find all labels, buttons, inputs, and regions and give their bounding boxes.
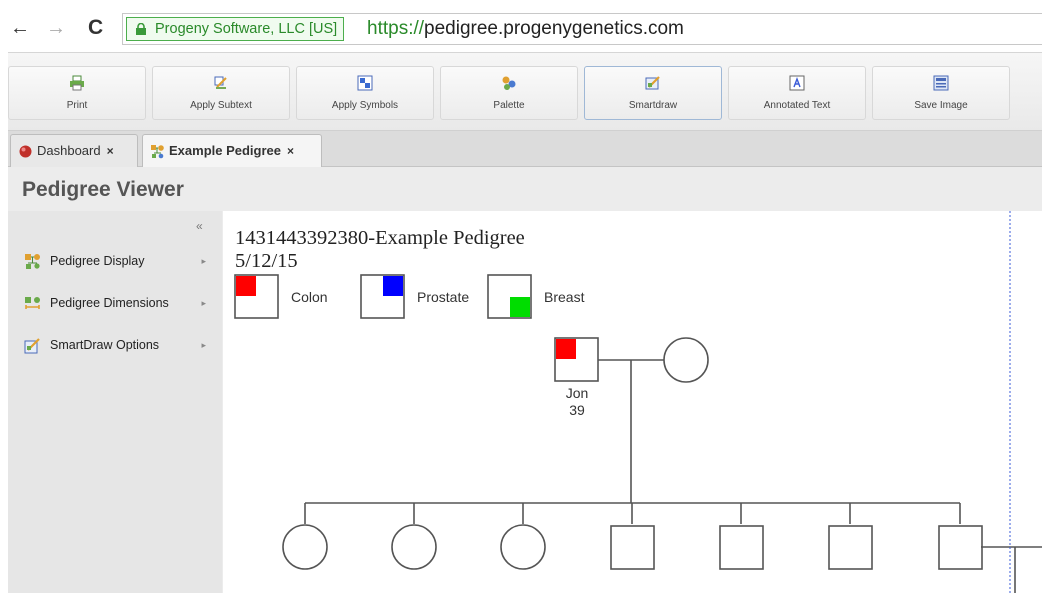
child-female-symbol [391,524,437,570]
reload-icon[interactable]: C [88,17,103,38]
annotated-text-icon [789,75,805,91]
legend-label-colon: Colon [291,289,328,305]
sidebar: « Pedigree Display ▸ Pedigree Dimensions… [8,211,222,593]
proband-condition-swatch [556,339,576,359]
pedigree-icon [151,145,164,159]
child-male-symbol [938,525,983,570]
chevron-right-icon: ▸ [201,256,206,266]
palette-label: Palette [493,100,525,111]
apply-symbols-label: Apply Symbols [331,100,399,111]
save-image-icon [933,75,949,91]
url-text[interactable]: https://pedigree.progenygenetics.com [367,17,684,41]
child-male-symbol [828,525,873,570]
pedigree-canvas[interactable]: 1431443392380-Example Pedigree 5/12/15 C… [223,211,1042,593]
page-title: Pedigree Viewer [22,178,184,201]
apply-subtext-button[interactable]: Apply Subtext [152,66,290,120]
proband-age: 39 [569,402,585,418]
apply-symbols-button[interactable]: Apply Symbols [296,66,434,120]
url-omnibox[interactable]: Progeny Software, LLC [US] https://pedig… [122,13,1042,45]
print-button[interactable]: Print [8,66,146,120]
legend-label-breast: Breast [544,289,585,305]
tab-example-pedigree-label: Example Pedigree [169,143,281,158]
legend-label-prostate: Prostate [417,289,470,305]
tab-dashboard[interactable]: Dashboard × [10,134,138,167]
smartdraw-label: Smartdraw [628,100,678,111]
forward-arrow-icon[interactable]: → [46,18,66,38]
sidebar-item-label: SmartDraw Options [50,338,160,352]
tab-dashboard-label: Dashboard [37,143,101,158]
sidebar-item-label: Pedigree Display [50,254,145,268]
main-toolbar: Print Apply Subtext Apply Symbols Palett… [8,52,1042,131]
smartdraw-button[interactable]: Smartdraw [584,66,722,120]
legend-swatch-colon [236,276,256,296]
child-male-symbol [610,525,655,570]
chevron-right-icon: ▸ [201,340,206,350]
browser-address-bar: ← → C Progeny Software, LLC [US] https:/… [0,0,1042,52]
sidebar-item-pedigree-dimensions[interactable]: Pedigree Dimensions ▸ [22,292,212,314]
lock-icon [136,23,146,35]
annotated-text-button[interactable]: Annotated Text [728,66,866,120]
back-arrow-icon[interactable]: ← [10,18,30,38]
url-scheme: https:// [367,18,425,39]
tab-strip: Dashboard × Example Pedigree × [8,131,1042,167]
spouse-female-symbol [663,337,709,383]
child-female-symbol [500,524,546,570]
sidebar-item-label: Pedigree Dimensions [50,296,169,310]
url-host: pedigree.progenygenetics.com [424,18,684,39]
legend-swatch-prostate [383,276,403,296]
apply-subtext-label: Apply Subtext [190,100,252,111]
child-male-symbol [719,525,764,570]
save-image-label: Save Image [914,100,968,111]
palette-button[interactable]: Palette [440,66,578,120]
smartdraw-options-icon [24,338,40,354]
smartdraw-icon [645,76,660,90]
palette-icon [502,76,516,90]
symbols-icon [357,75,373,91]
pedigree-drawing [234,211,1042,593]
tab-example-pedigree[interactable]: Example Pedigree × [142,134,322,167]
sidebar-item-pedigree-display[interactable]: Pedigree Display ▸ [22,250,212,272]
pedigree-display-icon [25,254,40,269]
close-icon[interactable]: × [107,144,114,158]
legend-swatch-breast [510,297,530,317]
certificate-label: Progeny Software, LLC [US] [155,21,338,37]
annotated-text-label: Annotated Text [763,100,831,111]
printer-icon [70,75,84,91]
close-icon[interactable]: × [287,144,294,158]
print-label: Print [66,100,88,111]
dashboard-icon [19,145,32,158]
save-image-button[interactable]: Save Image [872,66,1010,120]
collapse-sidebar-icon[interactable]: « [196,219,203,233]
sidebar-item-smartdraw-options[interactable]: SmartDraw Options ▸ [22,334,212,356]
chevron-right-icon: ▸ [201,298,206,308]
security-certificate-badge[interactable]: Progeny Software, LLC [US] [126,17,345,41]
subtext-icon [214,76,227,89]
proband-name: Jon [565,385,589,401]
child-female-symbol [282,524,328,570]
pedigree-dimensions-icon [25,297,40,309]
